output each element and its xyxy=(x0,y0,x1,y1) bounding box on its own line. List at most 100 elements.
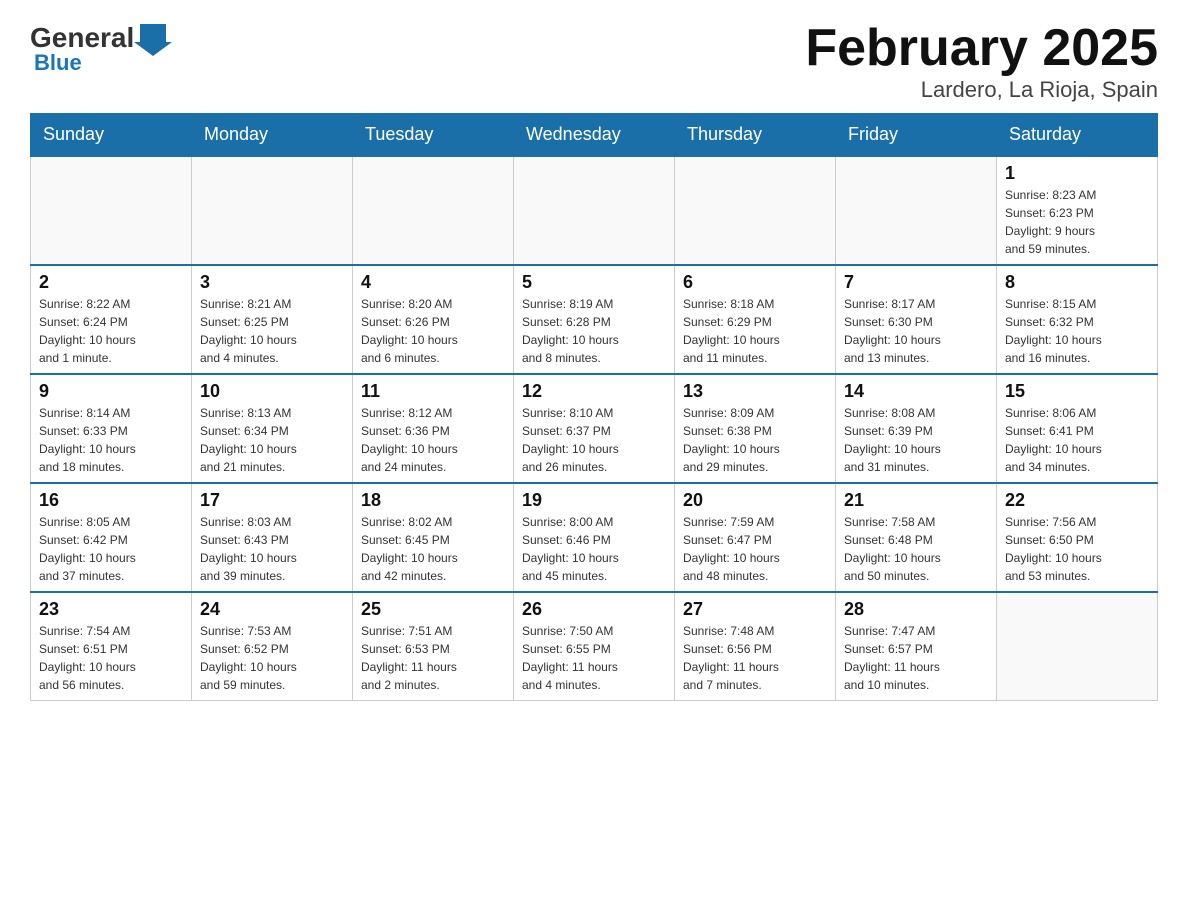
day-number: 10 xyxy=(200,381,344,402)
calendar-cell: 4Sunrise: 8:20 AM Sunset: 6:26 PM Daylig… xyxy=(353,265,514,374)
day-number: 14 xyxy=(844,381,988,402)
day-number: 20 xyxy=(683,490,827,511)
day-number: 23 xyxy=(39,599,183,620)
day-info: Sunrise: 8:02 AM Sunset: 6:45 PM Dayligh… xyxy=(361,513,505,585)
day-info: Sunrise: 8:12 AM Sunset: 6:36 PM Dayligh… xyxy=(361,404,505,476)
calendar-cell: 5Sunrise: 8:19 AM Sunset: 6:28 PM Daylig… xyxy=(514,265,675,374)
calendar-cell: 21Sunrise: 7:58 AM Sunset: 6:48 PM Dayli… xyxy=(836,483,997,592)
calendar-cell: 27Sunrise: 7:48 AM Sunset: 6:56 PM Dayli… xyxy=(675,592,836,701)
day-number: 21 xyxy=(844,490,988,511)
day-number: 1 xyxy=(1005,163,1149,184)
calendar-cell: 13Sunrise: 8:09 AM Sunset: 6:38 PM Dayli… xyxy=(675,374,836,483)
calendar-cell: 10Sunrise: 8:13 AM Sunset: 6:34 PM Dayli… xyxy=(192,374,353,483)
calendar-cell: 24Sunrise: 7:53 AM Sunset: 6:52 PM Dayli… xyxy=(192,592,353,701)
weekday-header-saturday: Saturday xyxy=(997,114,1158,157)
calendar-cell: 11Sunrise: 8:12 AM Sunset: 6:36 PM Dayli… xyxy=(353,374,514,483)
day-number: 12 xyxy=(522,381,666,402)
day-info: Sunrise: 8:03 AM Sunset: 6:43 PM Dayligh… xyxy=(200,513,344,585)
calendar-cell xyxy=(31,156,192,265)
day-info: Sunrise: 7:51 AM Sunset: 6:53 PM Dayligh… xyxy=(361,622,505,694)
calendar-cell: 6Sunrise: 8:18 AM Sunset: 6:29 PM Daylig… xyxy=(675,265,836,374)
day-number: 25 xyxy=(361,599,505,620)
calendar-cell: 19Sunrise: 8:00 AM Sunset: 6:46 PM Dayli… xyxy=(514,483,675,592)
day-number: 16 xyxy=(39,490,183,511)
calendar-cell: 15Sunrise: 8:06 AM Sunset: 6:41 PM Dayli… xyxy=(997,374,1158,483)
calendar-cell: 12Sunrise: 8:10 AM Sunset: 6:37 PM Dayli… xyxy=(514,374,675,483)
day-info: Sunrise: 8:08 AM Sunset: 6:39 PM Dayligh… xyxy=(844,404,988,476)
weekday-header-wednesday: Wednesday xyxy=(514,114,675,157)
logo: General Blue xyxy=(30,20,172,76)
day-info: Sunrise: 7:53 AM Sunset: 6:52 PM Dayligh… xyxy=(200,622,344,694)
day-info: Sunrise: 8:10 AM Sunset: 6:37 PM Dayligh… xyxy=(522,404,666,476)
day-number: 17 xyxy=(200,490,344,511)
day-info: Sunrise: 8:19 AM Sunset: 6:28 PM Dayligh… xyxy=(522,295,666,367)
day-number: 7 xyxy=(844,272,988,293)
day-number: 6 xyxy=(683,272,827,293)
day-number: 3 xyxy=(200,272,344,293)
day-number: 18 xyxy=(361,490,505,511)
calendar-week-row: 2Sunrise: 8:22 AM Sunset: 6:24 PM Daylig… xyxy=(31,265,1158,374)
day-info: Sunrise: 8:05 AM Sunset: 6:42 PM Dayligh… xyxy=(39,513,183,585)
weekday-header-thursday: Thursday xyxy=(675,114,836,157)
page-header: General Blue February 2025 Lardero, La R… xyxy=(30,20,1158,103)
calendar-cell xyxy=(514,156,675,265)
day-number: 28 xyxy=(844,599,988,620)
weekday-header-tuesday: Tuesday xyxy=(353,114,514,157)
calendar-week-row: 1Sunrise: 8:23 AM Sunset: 6:23 PM Daylig… xyxy=(31,156,1158,265)
day-info: Sunrise: 8:15 AM Sunset: 6:32 PM Dayligh… xyxy=(1005,295,1149,367)
calendar-cell: 7Sunrise: 8:17 AM Sunset: 6:30 PM Daylig… xyxy=(836,265,997,374)
day-info: Sunrise: 8:22 AM Sunset: 6:24 PM Dayligh… xyxy=(39,295,183,367)
day-number: 9 xyxy=(39,381,183,402)
day-number: 19 xyxy=(522,490,666,511)
day-number: 26 xyxy=(522,599,666,620)
day-info: Sunrise: 7:48 AM Sunset: 6:56 PM Dayligh… xyxy=(683,622,827,694)
logo-arrow-icon xyxy=(134,20,172,56)
calendar-cell: 14Sunrise: 8:08 AM Sunset: 6:39 PM Dayli… xyxy=(836,374,997,483)
calendar-cell xyxy=(353,156,514,265)
day-info: Sunrise: 8:06 AM Sunset: 6:41 PM Dayligh… xyxy=(1005,404,1149,476)
day-info: Sunrise: 7:56 AM Sunset: 6:50 PM Dayligh… xyxy=(1005,513,1149,585)
day-number: 27 xyxy=(683,599,827,620)
calendar-cell: 26Sunrise: 7:50 AM Sunset: 6:55 PM Dayli… xyxy=(514,592,675,701)
calendar-cell: 22Sunrise: 7:56 AM Sunset: 6:50 PM Dayli… xyxy=(997,483,1158,592)
day-info: Sunrise: 7:50 AM Sunset: 6:55 PM Dayligh… xyxy=(522,622,666,694)
day-info: Sunrise: 8:09 AM Sunset: 6:38 PM Dayligh… xyxy=(683,404,827,476)
calendar-week-row: 16Sunrise: 8:05 AM Sunset: 6:42 PM Dayli… xyxy=(31,483,1158,592)
calendar-table: SundayMondayTuesdayWednesdayThursdayFrid… xyxy=(30,113,1158,701)
calendar-cell xyxy=(675,156,836,265)
day-info: Sunrise: 8:23 AM Sunset: 6:23 PM Dayligh… xyxy=(1005,186,1149,258)
day-number: 24 xyxy=(200,599,344,620)
day-info: Sunrise: 7:47 AM Sunset: 6:57 PM Dayligh… xyxy=(844,622,988,694)
calendar-week-row: 23Sunrise: 7:54 AM Sunset: 6:51 PM Dayli… xyxy=(31,592,1158,701)
calendar-cell: 18Sunrise: 8:02 AM Sunset: 6:45 PM Dayli… xyxy=(353,483,514,592)
calendar-cell xyxy=(192,156,353,265)
calendar-cell: 9Sunrise: 8:14 AM Sunset: 6:33 PM Daylig… xyxy=(31,374,192,483)
title-block: February 2025 Lardero, La Rioja, Spain xyxy=(805,20,1158,103)
weekday-header-monday: Monday xyxy=(192,114,353,157)
day-number: 13 xyxy=(683,381,827,402)
day-number: 2 xyxy=(39,272,183,293)
calendar-cell xyxy=(836,156,997,265)
weekday-header-row: SundayMondayTuesdayWednesdayThursdayFrid… xyxy=(31,114,1158,157)
day-info: Sunrise: 8:14 AM Sunset: 6:33 PM Dayligh… xyxy=(39,404,183,476)
day-info: Sunrise: 7:58 AM Sunset: 6:48 PM Dayligh… xyxy=(844,513,988,585)
calendar-body: 1Sunrise: 8:23 AM Sunset: 6:23 PM Daylig… xyxy=(31,156,1158,701)
day-info: Sunrise: 8:00 AM Sunset: 6:46 PM Dayligh… xyxy=(522,513,666,585)
day-number: 8 xyxy=(1005,272,1149,293)
calendar-cell: 25Sunrise: 7:51 AM Sunset: 6:53 PM Dayli… xyxy=(353,592,514,701)
day-info: Sunrise: 8:18 AM Sunset: 6:29 PM Dayligh… xyxy=(683,295,827,367)
day-info: Sunrise: 8:21 AM Sunset: 6:25 PM Dayligh… xyxy=(200,295,344,367)
calendar-cell: 2Sunrise: 8:22 AM Sunset: 6:24 PM Daylig… xyxy=(31,265,192,374)
day-info: Sunrise: 8:17 AM Sunset: 6:30 PM Dayligh… xyxy=(844,295,988,367)
day-number: 11 xyxy=(361,381,505,402)
page-title: February 2025 xyxy=(805,20,1158,77)
weekday-header-sunday: Sunday xyxy=(31,114,192,157)
day-info: Sunrise: 7:54 AM Sunset: 6:51 PM Dayligh… xyxy=(39,622,183,694)
calendar-cell: 16Sunrise: 8:05 AM Sunset: 6:42 PM Dayli… xyxy=(31,483,192,592)
calendar-cell: 1Sunrise: 8:23 AM Sunset: 6:23 PM Daylig… xyxy=(997,156,1158,265)
calendar-week-row: 9Sunrise: 8:14 AM Sunset: 6:33 PM Daylig… xyxy=(31,374,1158,483)
day-info: Sunrise: 8:13 AM Sunset: 6:34 PM Dayligh… xyxy=(200,404,344,476)
day-number: 22 xyxy=(1005,490,1149,511)
calendar-cell xyxy=(997,592,1158,701)
logo-blue-text: Blue xyxy=(30,50,82,76)
